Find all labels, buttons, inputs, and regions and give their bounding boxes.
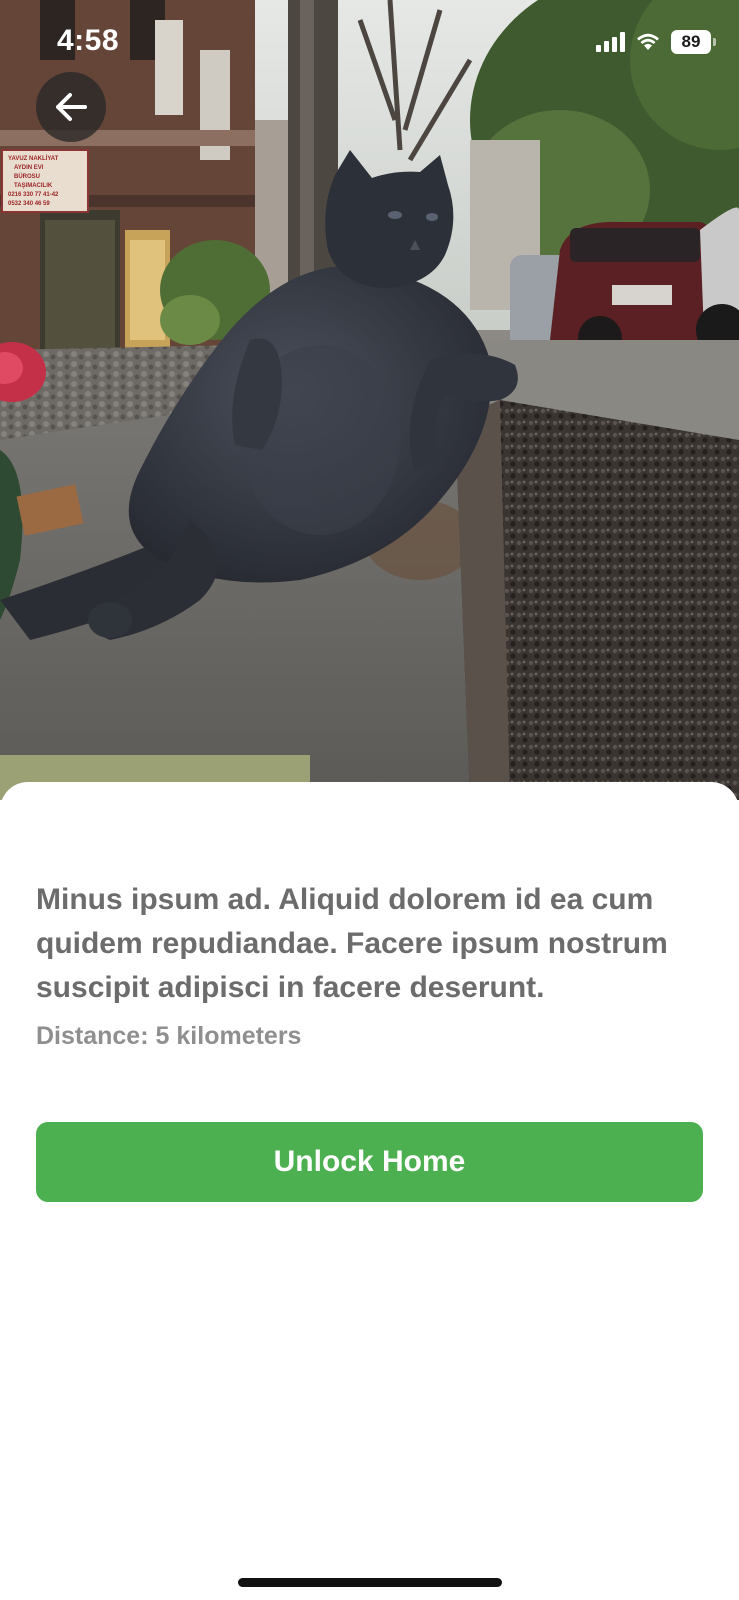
sign-line-3: BÜROSU: [14, 173, 40, 180]
battery-icon: 89: [671, 30, 716, 54]
distance-label: Distance:: [36, 1022, 149, 1050]
status-time: 4:58: [57, 24, 120, 57]
home-indicator: [238, 1578, 502, 1587]
details-sheet: Minus ipsum ad. Aliquid dolorem id ea cu…: [0, 782, 739, 1600]
sign-line-2: AYDIN EVI: [14, 165, 44, 171]
signal-icon: [596, 32, 625, 52]
unlock-home-button[interactable]: Unlock Home: [36, 1122, 703, 1202]
sign-line-6: 0532 340 46 59: [8, 201, 50, 207]
wifi-icon: [637, 33, 659, 50]
description-text: Minus ipsum ad. Aliquid dolorem id ea cu…: [36, 883, 668, 1004]
distance-value: 5 kilometers: [155, 1022, 302, 1050]
sign-line-5: 0216 330 77 41-42: [8, 192, 59, 198]
sign-line-4: TAŞIMACILIK: [14, 183, 53, 189]
status-bar: 4:58 89: [0, 0, 739, 90]
arrow-left-icon: [56, 93, 87, 121]
hero-image: YAVUZ NAKLİYAT AYDIN EVI BÜROSU TAŞIMACI…: [0, 0, 739, 800]
distance-info: Distance: 5 kilometers: [36, 1022, 301, 1051]
sign-line-1: YAVUZ NAKLİYAT: [8, 155, 59, 162]
back-button[interactable]: [36, 72, 106, 142]
status-icons: 89: [596, 30, 716, 54]
